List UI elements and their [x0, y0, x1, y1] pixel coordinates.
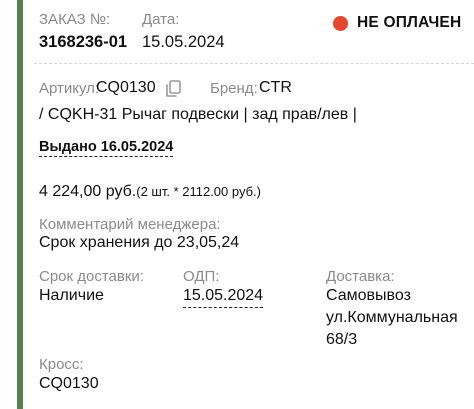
order-card: ЗАКАЗ №: 3168236-01 Дата: 15.05.2024 НЕ … — [0, 0, 474, 409]
status-dot-icon — [333, 15, 348, 31]
accent-bar — [17, 0, 23, 409]
divider — [34, 63, 474, 64]
price-line: 4 224,00 руб.(2 шт. * 2112.00 руб.) — [39, 183, 261, 201]
odp-label: ОДП: — [183, 268, 220, 285]
delivery-term: Наличие — [39, 287, 104, 304]
delivery-term-label: Срок доставки: — [39, 268, 144, 285]
payment-status: НЕ ОПЛАЧЕН — [333, 13, 461, 33]
order-date: 15.05.2024 — [142, 33, 225, 51]
cross-value: CQ0130 — [39, 375, 99, 392]
article-label: Артикул: — [39, 80, 100, 97]
order-number-label: ЗАКАЗ №: — [39, 11, 111, 28]
item-description: / CQKH-31 Рычаг подвески | зад прав/лев … — [39, 106, 357, 123]
cross-label: Кросс: — [39, 356, 84, 373]
price-total: 4 224,00 руб. — [39, 183, 137, 200]
odp-value[interactable]: 15.05.2024 — [183, 287, 264, 308]
delivery-building: 68/3 — [326, 331, 358, 348]
delivery-label: Доставка: — [326, 268, 395, 285]
delivery-method: Самовывоз — [326, 287, 411, 304]
order-number: 3168236-01 — [39, 33, 128, 51]
copy-icon[interactable] — [165, 80, 181, 98]
manager-comment-label: Комментарий менеджера: — [39, 216, 221, 233]
price-detail: (2 шт. * 2112.00 руб.) — [136, 184, 261, 199]
manager-comment: Срок хранения до 23,05,24 — [39, 234, 240, 251]
brand-value: CTR — [259, 79, 292, 96]
status-text: НЕ ОПЛАЧЕН — [357, 14, 462, 31]
issued-status[interactable]: Выдано 16.05.2024 — [39, 139, 174, 157]
article-value: CQ0130 — [96, 79, 156, 96]
brand-label: Бренд: — [210, 80, 258, 97]
delivery-street: ул.Коммунальная — [326, 309, 458, 326]
order-date-label: Дата: — [142, 11, 180, 28]
